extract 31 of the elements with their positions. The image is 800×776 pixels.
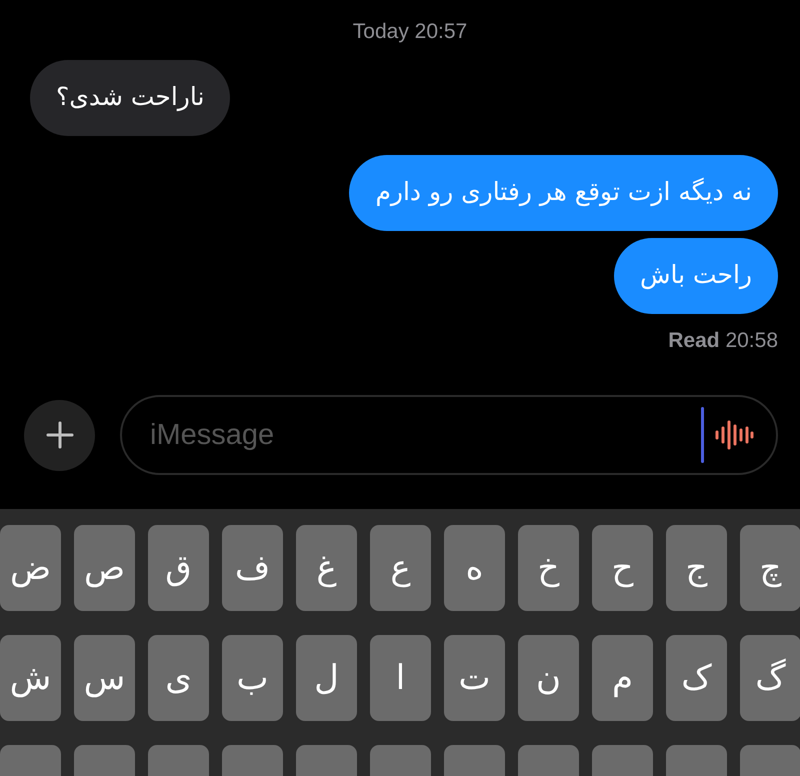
received-message-bubble: ناراحت شدی؟	[30, 60, 230, 136]
read-receipt: Read 20:58	[668, 329, 778, 353]
timestamp: Today 20:57	[352, 20, 468, 44]
keyboard-key[interactable]: ج	[666, 525, 727, 611]
keyboard-key[interactable]: ض	[0, 525, 61, 611]
sent-message-bubble: راحت باش	[614, 238, 778, 314]
message-field[interactable]: iMessage	[148, 418, 691, 452]
message-field-background[interactable]: iMessage	[120, 395, 778, 475]
keyboard-key[interactable]: ن	[518, 635, 579, 721]
keyboard-key[interactable]: ک	[666, 635, 727, 721]
audio-waveform-icon[interactable]	[714, 418, 754, 452]
keyboard-key[interactable]: ا	[370, 635, 431, 721]
keyboard-key[interactable]: ه	[444, 525, 505, 611]
keyboard-key[interactable]: م	[592, 635, 653, 721]
keyboard-key[interactable]: گ	[740, 635, 800, 721]
keyboard-key[interactable]: ف	[222, 525, 283, 611]
keyboard-key[interactable]: ح	[592, 525, 653, 611]
keyboard-key[interactable]: ل	[296, 635, 357, 721]
keyboard-key[interactable]: ع	[370, 525, 431, 611]
keyboard-key[interactable]: خ	[518, 525, 579, 611]
keyboard-key[interactable]: چ	[740, 525, 800, 611]
keyboard-key[interactable]: ق	[148, 525, 209, 611]
plus-icon	[46, 421, 74, 449]
keyboard-key[interactable]: ب	[222, 635, 283, 721]
keyboard-key[interactable]: س	[74, 635, 135, 721]
keyboard-key[interactable]: ص	[74, 525, 135, 611]
keyboard-key[interactable]: ت	[444, 635, 505, 721]
keyboard-key[interactable]: غ	[296, 525, 357, 611]
keyboard-key[interactable]: ش	[0, 635, 61, 721]
sent-message-bubble: نه دیگه ازت توقع هر رفتاری رو دارم	[349, 155, 778, 231]
keyboard-key[interactable]: ی	[148, 635, 209, 721]
